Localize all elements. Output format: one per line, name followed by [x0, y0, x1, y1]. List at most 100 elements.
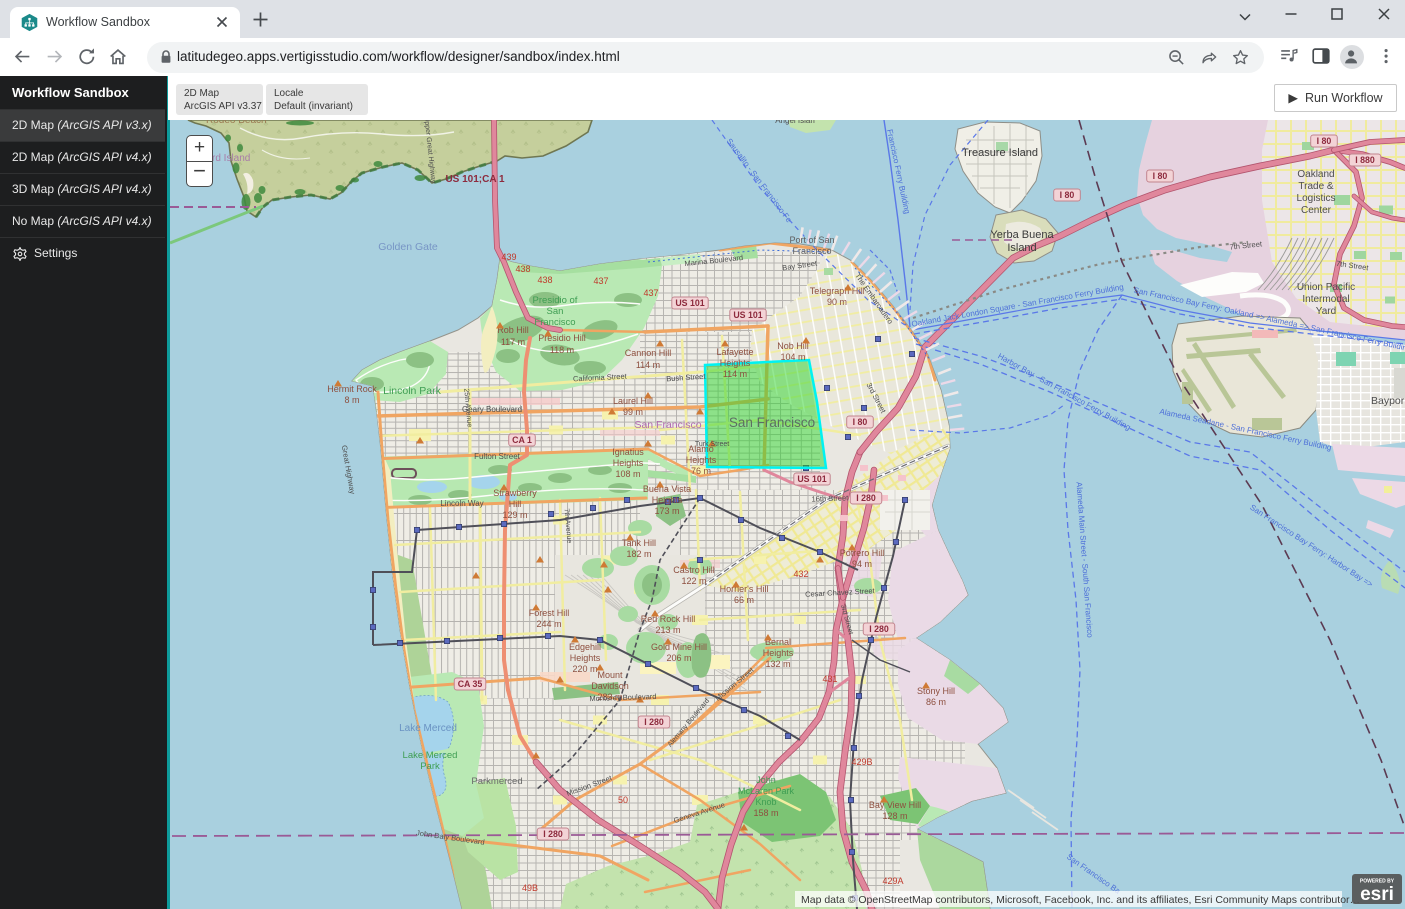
svg-text:220 m: 220 m	[572, 664, 597, 674]
svg-text:Mount: Mount	[597, 670, 623, 680]
svg-text:Union Pacific: Union Pacific	[1297, 282, 1355, 293]
svg-text:I 80: I 80	[1060, 190, 1075, 200]
svg-text:San Francisco: San Francisco	[634, 419, 701, 431]
svg-text:I 80: I 80	[1153, 171, 1168, 181]
svg-text:49B: 49B	[522, 883, 538, 893]
svg-text:Red Rock Hill: Red Rock Hill	[641, 614, 696, 624]
svg-text:213 m: 213 m	[655, 625, 680, 635]
svg-text:129 m: 129 m	[502, 510, 527, 520]
svg-text:rd Island: rd Island	[212, 153, 250, 164]
svg-text:Map data © OpenStreetMap contr: Map data © OpenStreetMap contributors, M…	[801, 894, 1360, 906]
svg-text:439: 439	[501, 252, 516, 262]
svg-text:Gold Mine Hill: Gold Mine Hill	[651, 642, 707, 652]
svg-text:114 m: 114 m	[723, 369, 747, 379]
svg-text:244 m: 244 m	[536, 619, 561, 629]
svg-text:Cannon Hill: Cannon Hill	[625, 348, 672, 358]
svg-text:122 m: 122 m	[681, 576, 706, 586]
svg-text:104 m: 104 m	[780, 352, 805, 362]
svg-text:Heights: Heights	[763, 648, 794, 658]
svg-text:I 80: I 80	[1317, 136, 1332, 146]
svg-text:San: San	[547, 306, 564, 317]
svg-text:Lake Merced: Lake Merced	[403, 750, 458, 761]
svg-text:Horner's Hill: Horner's Hill	[720, 584, 769, 594]
svg-text:117 m: 117 m	[501, 337, 525, 347]
svg-text:I 880: I 880	[1355, 155, 1375, 165]
svg-text:114 m: 114 m	[636, 360, 660, 370]
svg-text:438: 438	[515, 264, 530, 274]
svg-text:Edgehill: Edgehill	[569, 642, 601, 652]
svg-text:San Francisco: San Francisco	[729, 415, 815, 430]
svg-text:Davidson: Davidson	[591, 681, 629, 691]
svg-text:Lafayette: Lafayette	[716, 347, 753, 357]
svg-text:94 m: 94 m	[852, 559, 872, 569]
svg-text:Parkmerced: Parkmerced	[471, 776, 522, 787]
svg-text:Turk Street: Turk Street	[695, 441, 729, 448]
svg-text:437: 437	[593, 276, 608, 286]
svg-text:Heights: Heights	[720, 358, 751, 368]
svg-text:Heights: Heights	[686, 455, 717, 465]
svg-text:Ignatius: Ignatius	[612, 447, 644, 457]
svg-text:Yerba Buena: Yerba Buena	[990, 229, 1054, 241]
svg-text:Presidio of: Presidio of	[533, 295, 578, 306]
svg-text:50: 50	[618, 795, 628, 805]
svg-text:Angel Islan: Angel Islan	[775, 120, 815, 125]
svg-text:Heights: Heights	[652, 495, 683, 505]
svg-text:Heights: Heights	[613, 458, 644, 468]
svg-text:76 m: 76 m	[691, 466, 711, 476]
svg-text:66 m: 66 m	[734, 595, 754, 605]
svg-text:173 m: 173 m	[654, 506, 679, 516]
svg-text:158 m: 158 m	[753, 808, 778, 818]
svg-text:132 m: 132 m	[765, 659, 790, 669]
svg-text:US 101: US 101	[675, 298, 704, 308]
svg-text:182 m: 182 m	[626, 549, 651, 559]
svg-text:I 80: I 80	[853, 417, 868, 427]
svg-text:Heights: Heights	[570, 653, 601, 663]
svg-text:Oakland: Oakland	[1297, 169, 1334, 180]
svg-text:Lake Merced: Lake Merced	[399, 723, 457, 734]
svg-text:431: 431	[822, 674, 837, 684]
svg-text:438: 438	[537, 275, 552, 285]
svg-text:Buena Vista: Buena Vista	[643, 484, 691, 494]
svg-text:8 m: 8 m	[344, 395, 359, 405]
svg-text:90 m: 90 m	[827, 297, 847, 307]
svg-text:esri: esri	[1360, 884, 1394, 905]
svg-text:Knob: Knob	[755, 797, 776, 807]
svg-text:US 101: US 101	[797, 474, 826, 484]
svg-text:118 m: 118 m	[550, 345, 574, 355]
svg-text:I 280: I 280	[869, 624, 889, 634]
svg-text:I 280: I 280	[543, 829, 563, 839]
svg-text:Yard: Yard	[1316, 306, 1336, 317]
svg-text:I 280: I 280	[644, 717, 664, 727]
svg-text:99 m: 99 m	[623, 407, 643, 417]
svg-text:Rodeo Beach: Rodeo Beach	[206, 120, 267, 126]
svg-text:Golden Gate: Golden Gate	[378, 241, 438, 253]
svg-text:McLaren Park: McLaren Park	[738, 786, 795, 796]
svg-text:Francisco: Francisco	[534, 317, 575, 328]
svg-text:CA 35: CA 35	[458, 679, 483, 689]
svg-text:86 m: 86 m	[926, 697, 946, 707]
svg-text:429B: 429B	[851, 757, 872, 767]
svg-text:Baypor: Baypor	[1371, 395, 1405, 407]
svg-text:128 m: 128 m	[882, 811, 907, 821]
svg-text:16th Street: 16th Street	[811, 493, 849, 503]
svg-text:Port of San: Port of San	[789, 235, 834, 245]
svg-text:429A: 429A	[882, 876, 903, 886]
svg-text:Lincoln Way: Lincoln Way	[440, 499, 483, 508]
svg-text:Telegraph Hill: Telegraph Hill	[810, 286, 865, 296]
svg-text:Francisco: Francisco	[792, 246, 831, 256]
svg-text:Strawberry: Strawberry	[493, 488, 537, 498]
svg-text:Intermodal: Intermodal	[1302, 294, 1349, 305]
svg-text:108 m: 108 m	[615, 469, 640, 479]
svg-text:Trade &: Trade &	[1298, 181, 1334, 192]
svg-text:Hill: Hill	[509, 499, 522, 509]
svg-text:I 280: I 280	[856, 493, 876, 503]
svg-text:437: 437	[643, 288, 658, 298]
svg-text:Bay View Hill: Bay View Hill	[869, 800, 921, 810]
svg-text:206 m: 206 m	[666, 653, 691, 663]
svg-text:Potrero Hill: Potrero Hill	[840, 548, 885, 558]
svg-text:US 101: US 101	[733, 310, 762, 320]
svg-text:Castro Hill: Castro Hill	[673, 565, 715, 575]
svg-text:432: 432	[793, 569, 808, 579]
svg-text:Park: Park	[420, 761, 440, 772]
svg-text:Treasure Island: Treasure Island	[962, 147, 1038, 159]
